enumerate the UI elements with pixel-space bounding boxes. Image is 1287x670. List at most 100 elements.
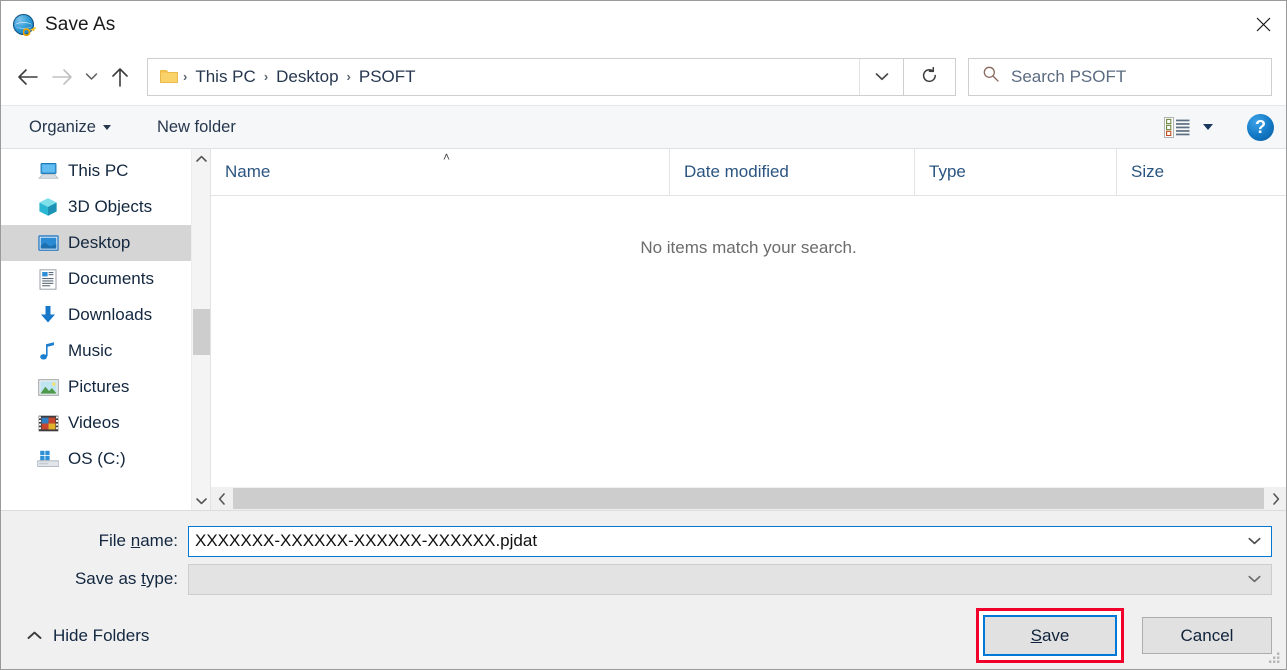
- save-as-type-label: Save as type:: [15, 569, 188, 589]
- file-list[interactable]: No items match your search.: [211, 196, 1286, 487]
- dialog-action-bar: Hide Folders Save Cancel: [1, 601, 1286, 669]
- folder-icon: [160, 69, 178, 84]
- sidebar-item-label: Documents: [68, 269, 154, 289]
- save-label-post: ave: [1042, 627, 1069, 644]
- videos-icon: [37, 412, 59, 434]
- music-icon: [37, 340, 59, 362]
- breadcrumb-item-psoft[interactable]: PSOFT: [354, 67, 421, 87]
- breadcrumb-chevron-down-icon[interactable]: [859, 59, 903, 95]
- save-button[interactable]: Save: [983, 615, 1117, 656]
- downloads-icon: [37, 304, 59, 326]
- help-icon[interactable]: ?: [1247, 114, 1274, 141]
- sidebar-item-label: Downloads: [68, 305, 152, 325]
- sidebar-item-label: 3D Objects: [68, 197, 152, 217]
- refresh-icon[interactable]: [904, 58, 956, 96]
- sidebar-item-this-pc[interactable]: This PC: [1, 153, 210, 189]
- sidebar-item-documents[interactable]: Documents: [1, 261, 210, 297]
- horizontal-scroll-thumb[interactable]: [233, 488, 1264, 509]
- save-button-annotation: Save: [976, 608, 1124, 663]
- scroll-down-chevron-down-icon[interactable]: [192, 491, 210, 510]
- file-name-label: File name:: [15, 531, 188, 551]
- search-input[interactable]: Search PSOFT: [968, 58, 1272, 96]
- sidebar-item-label: Videos: [68, 413, 120, 433]
- scroll-right-icon[interactable]: [1265, 487, 1286, 510]
- sidebar-item-label: Pictures: [68, 377, 129, 397]
- sidebar-item-pictures[interactable]: Pictures: [1, 369, 210, 405]
- search-icon: [983, 66, 999, 87]
- file-list-horizontal-scrollbar[interactable]: [211, 487, 1286, 510]
- sidebar-item-label: Music: [68, 341, 112, 361]
- organize-label: Organize: [29, 118, 96, 137]
- view-chevron-down-icon[interactable]: [1203, 124, 1213, 130]
- column-label: Date modified: [684, 162, 789, 182]
- hide-folders-label: Hide Folders: [53, 626, 149, 646]
- new-folder-button[interactable]: New folder: [149, 114, 244, 141]
- column-header-type[interactable]: Type: [915, 149, 1117, 195]
- sidebar-item-videos[interactable]: Videos: [1, 405, 210, 441]
- file-name-value: XXXXXXX-XXXXXX-XXXXXX-XXXXXX.pjdat: [189, 531, 1237, 551]
- breadcrumb-separator: ›: [261, 69, 271, 84]
- navigation-sidebar: This PC 3D Objects: [1, 149, 210, 510]
- sidebar-item-downloads[interactable]: Downloads: [1, 297, 210, 333]
- documents-icon: [37, 268, 59, 290]
- sidebar-item-3d-objects[interactable]: 3D Objects: [1, 189, 210, 225]
- column-header-size[interactable]: Size: [1117, 149, 1286, 195]
- pictures-icon: [37, 376, 59, 398]
- save-as-type-chevron-down-icon[interactable]: [1237, 565, 1271, 594]
- cancel-button-wrapper: Cancel: [1142, 617, 1272, 654]
- file-name-chevron-down-icon[interactable]: [1237, 527, 1271, 556]
- help-label: ?: [1255, 118, 1266, 136]
- desktop-icon: [37, 232, 59, 254]
- this-pc-icon: [37, 160, 59, 182]
- window-title: Save As: [45, 14, 115, 36]
- back-arrow-icon[interactable]: [11, 60, 45, 94]
- column-label: Size: [1131, 162, 1164, 182]
- sidebar-scrollbar[interactable]: [191, 149, 210, 510]
- column-header-name[interactable]: ˄ Name: [211, 149, 670, 195]
- column-headers: ˄ Name Date modified Type Size: [211, 149, 1286, 196]
- empty-state-message: No items match your search.: [640, 238, 856, 258]
- file-name-label-accelerator: n: [131, 531, 140, 550]
- up-arrow-icon[interactable]: [103, 60, 137, 94]
- hide-folders-button[interactable]: Hide Folders: [19, 620, 157, 652]
- 3d-objects-icon: [37, 196, 59, 218]
- file-name-label-pre: File: [99, 531, 131, 550]
- key-icon: [23, 26, 36, 36]
- save-as-type-label-post: ype:: [146, 569, 178, 588]
- breadcrumb-separator: ›: [344, 69, 354, 84]
- chevron-down-icon: [103, 125, 111, 130]
- forward-arrow-icon: [45, 60, 79, 94]
- globe-key-icon: [13, 14, 35, 36]
- sidebar-item-os-c[interactable]: OS (C:): [1, 441, 210, 477]
- breadcrumb[interactable]: › This PC › Desktop › PSOFT: [147, 58, 904, 96]
- file-list-pane: ˄ Name Date modified Type Size No items …: [210, 149, 1286, 510]
- cancel-button[interactable]: Cancel: [1142, 617, 1272, 654]
- scroll-up-chevron-up-icon[interactable]: [192, 149, 210, 168]
- scroll-left-icon[interactable]: [211, 487, 232, 510]
- breadcrumb-item-this-pc[interactable]: This PC: [190, 67, 260, 87]
- column-header-date-modified[interactable]: Date modified: [670, 149, 915, 195]
- save-as-type-select[interactable]: [188, 564, 1272, 595]
- close-icon[interactable]: [1240, 1, 1286, 47]
- sidebar-item-music[interactable]: Music: [1, 333, 210, 369]
- view-options-icon[interactable]: [1164, 117, 1190, 138]
- cancel-label: Cancel: [1181, 627, 1234, 644]
- resize-grip-icon[interactable]: [1268, 652, 1281, 665]
- dialog-body: This PC 3D Objects: [1, 149, 1286, 510]
- sidebar-scroll-thumb[interactable]: [193, 309, 210, 355]
- file-name-row: File name: XXXXXXX-XXXXXX-XXXXXX-XXXXXX.…: [15, 525, 1272, 557]
- sidebar-item-desktop[interactable]: Desktop: [1, 225, 210, 261]
- title-bar: Save As: [1, 1, 1286, 48]
- sidebar-item-label: Desktop: [68, 233, 130, 253]
- file-name-input[interactable]: XXXXXXX-XXXXXX-XXXXXX-XXXXXX.pjdat: [188, 526, 1272, 557]
- breadcrumb-separator: ›: [180, 69, 190, 84]
- organize-button[interactable]: Organize: [21, 114, 119, 141]
- chevron-up-icon: [27, 631, 42, 640]
- save-as-type-row: Save as type:: [15, 563, 1272, 595]
- breadcrumb-item-desktop[interactable]: Desktop: [271, 67, 343, 87]
- sort-ascending-icon: ˄: [443, 150, 450, 164]
- column-label: Type: [929, 162, 966, 182]
- recent-locations-chevron-down-icon[interactable]: [79, 60, 103, 94]
- file-name-label-post: ame:: [140, 531, 178, 550]
- drive-icon: [37, 448, 59, 470]
